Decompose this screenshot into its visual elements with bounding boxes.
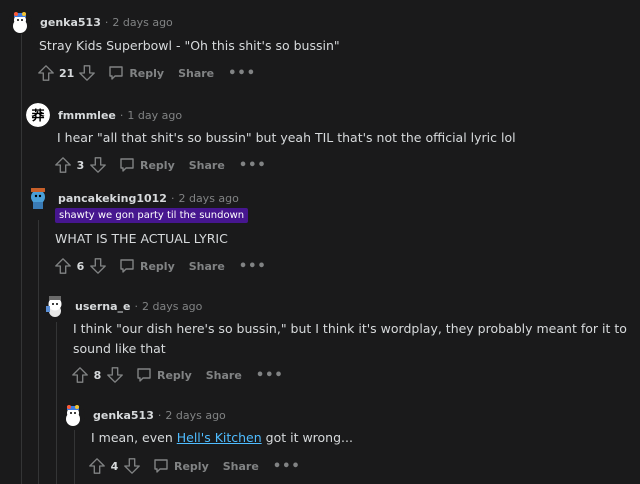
reply-icon (120, 259, 134, 273)
timestamp[interactable]: · 2 days ago (158, 409, 226, 422)
vote-count: 3 (76, 158, 85, 172)
share-button[interactable]: Share (206, 369, 242, 382)
username[interactable]: genka513 (93, 409, 154, 422)
avatar[interactable] (61, 403, 85, 427)
thread-line-1[interactable] (21, 34, 22, 484)
reply-icon (120, 158, 134, 172)
username[interactable]: pancakeking1012 (58, 192, 167, 205)
timestamp[interactable]: · 2 days ago (134, 300, 202, 313)
downvote-icon[interactable] (89, 156, 107, 174)
share-button[interactable]: Share (189, 260, 225, 273)
vote-count: 6 (76, 259, 85, 273)
upvote-icon[interactable] (88, 457, 106, 475)
hells-kitchen-link[interactable]: Hell's Kitchen (177, 430, 262, 445)
username[interactable]: genka513 (40, 16, 101, 29)
downvote-icon[interactable] (89, 257, 107, 275)
share-button[interactable]: Share (178, 67, 214, 80)
thread-line-2[interactable] (38, 220, 39, 484)
comment-text-after: got it wrong... (261, 430, 353, 445)
comment-body: I think "our dish here's so bussin," but… (73, 321, 627, 356)
reply-button[interactable]: Reply (119, 157, 175, 173)
share-button[interactable]: Share (223, 460, 259, 473)
vote-count: 8 (93, 368, 102, 382)
downvote-icon[interactable] (78, 64, 96, 82)
thread-line-3[interactable] (56, 322, 57, 484)
avatar[interactable] (43, 294, 67, 318)
more-options-icon[interactable]: ••• (239, 259, 267, 274)
reply-button[interactable]: Reply (108, 65, 164, 81)
username[interactable]: fmmmlee (58, 109, 116, 122)
more-options-icon[interactable]: ••• (228, 66, 256, 81)
reply-button[interactable]: Reply (153, 458, 209, 474)
upvote-icon[interactable] (54, 257, 72, 275)
svg-text:莽: 莽 (31, 108, 44, 124)
more-options-icon[interactable]: ••• (256, 368, 284, 383)
more-options-icon[interactable]: ••• (239, 158, 267, 173)
reply-icon (109, 66, 124, 80)
upvote-icon[interactable] (54, 156, 72, 174)
user-flair: shawty we gon party til the sundown (55, 208, 249, 223)
comment-body: Stray Kids Superbowl - "Oh this shit's s… (39, 38, 340, 53)
upvote-icon[interactable] (37, 64, 55, 82)
avatar[interactable]: 莽 (26, 103, 50, 127)
upvote-icon[interactable] (71, 366, 89, 384)
reply-icon (154, 459, 168, 473)
thread-line-4[interactable] (74, 430, 75, 484)
avatar[interactable] (26, 186, 50, 210)
comment-text-before: I mean, even (91, 430, 177, 445)
timestamp[interactable]: · 2 days ago (171, 192, 239, 205)
vote-count: 21 (59, 66, 75, 80)
more-options-icon[interactable]: ••• (273, 459, 301, 474)
comment-body: I mean, even Hell's Kitchen got it wrong… (91, 428, 631, 448)
downvote-icon[interactable] (123, 457, 141, 475)
avatar[interactable] (8, 10, 32, 34)
comment-body: WHAT IS THE ACTUAL LYRIC (55, 231, 228, 246)
reply-button[interactable]: Reply (119, 258, 175, 274)
vote-count: 4 (110, 459, 119, 473)
comment-body: I hear "all that shit's so bussin" but y… (57, 130, 516, 145)
username[interactable]: userna_e (75, 300, 130, 313)
timestamp[interactable]: · 1 day ago (120, 109, 182, 122)
reply-icon (137, 368, 151, 382)
reply-button[interactable]: Reply (136, 367, 192, 383)
share-button[interactable]: Share (189, 159, 225, 172)
downvote-icon[interactable] (106, 366, 124, 384)
timestamp[interactable]: · 2 days ago (105, 16, 173, 29)
